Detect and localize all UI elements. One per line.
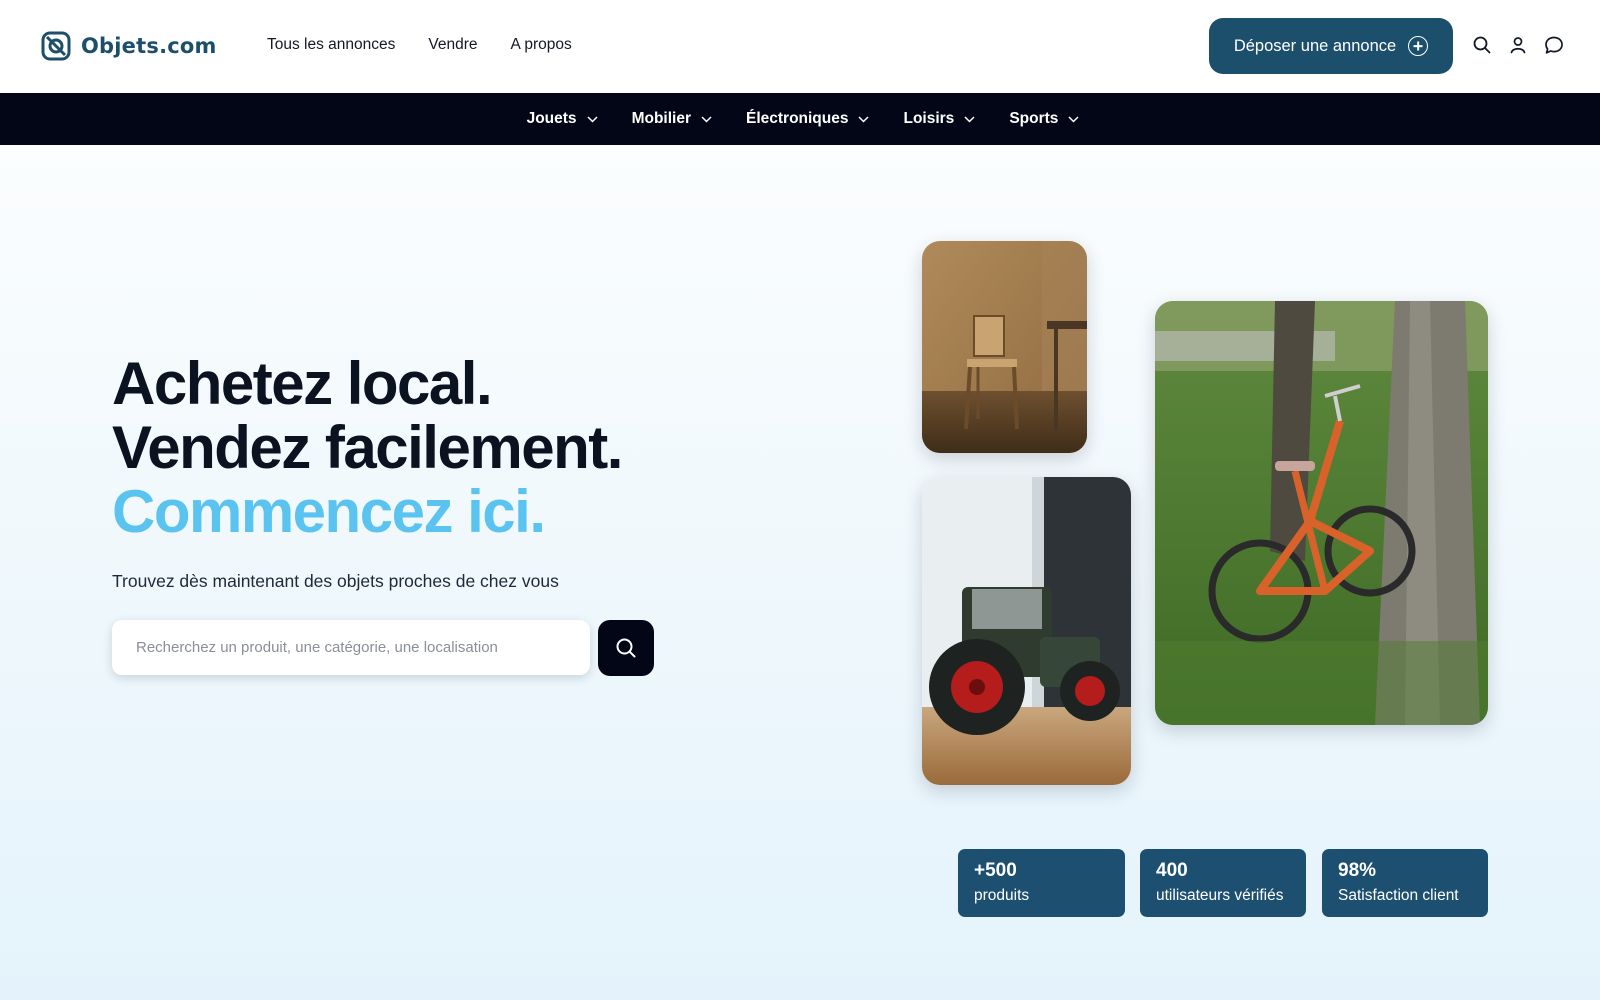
logo-icon: [41, 31, 71, 61]
wooden-chair-photo: [922, 241, 1087, 453]
brand-logo[interactable]: Objets.com: [41, 30, 217, 62]
nav-link-about[interactable]: A propos: [511, 36, 572, 54]
toy-tractor-photo: [922, 477, 1131, 785]
stat-satisfaction: 98% Satisfaction client: [1322, 849, 1488, 917]
hero-headline: Achetez local. Vendez facilement. Commen…: [112, 350, 623, 545]
stat-verified-users: 400 utilisateurs vérifiés: [1140, 849, 1306, 917]
category-label: Mobilier: [631, 110, 691, 127]
chevron-down-icon: [858, 115, 870, 123]
main-nav: Tous les annonces Vendre A propos: [267, 36, 572, 54]
search-submit-button[interactable]: [598, 620, 654, 676]
plus-circle-icon: [1408, 36, 1429, 56]
search-icon: [616, 638, 636, 658]
stat-label: Satisfaction client: [1338, 887, 1459, 904]
post-listing-button[interactable]: Déposer une annonce: [1209, 18, 1453, 74]
hero-line-sell: Vendez facilement.: [112, 414, 623, 481]
header-icon-group: [1472, 35, 1564, 55]
category-electroniques[interactable]: Électroniques: [746, 110, 870, 128]
stat-products: +500 produits: [958, 849, 1125, 917]
stat-label: produits: [974, 887, 1030, 904]
category-mobilier[interactable]: Mobilier: [632, 110, 712, 128]
category-label: Jouets: [526, 110, 577, 127]
category-label: Sports: [1009, 110, 1059, 127]
search-box: [112, 620, 590, 675]
category-sports[interactable]: Sports: [1009, 110, 1079, 128]
chevron-down-icon: [587, 115, 598, 123]
stat-value: 400: [1156, 860, 1188, 881]
category-jouets[interactable]: Jouets: [527, 110, 598, 128]
category-bar: Jouets Mobilier Électroniques Loisirs Sp…: [0, 93, 1600, 145]
orange-bicycle-photo: [1155, 301, 1488, 725]
category-loisirs[interactable]: Loisirs: [903, 110, 975, 128]
category-label: Électroniques: [745, 110, 849, 127]
chevron-down-icon: [964, 115, 975, 123]
stat-value: 98%: [1338, 860, 1377, 881]
hero-line-buy: Achetez local.: [112, 350, 493, 417]
chevron-down-icon: [1068, 115, 1079, 123]
brand-name: Objets.com: [81, 34, 217, 58]
nav-link-sell[interactable]: Vendre: [428, 36, 477, 54]
chevron-down-icon: [701, 115, 712, 123]
chat-bubble-icon[interactable]: [1544, 35, 1564, 55]
stat-label: utilisateurs vérifiés: [1156, 887, 1284, 904]
top-header: Objets.com Tous les annonces Vendre A pr…: [0, 0, 1600, 93]
hero-subtitle: Trouvez dès maintenant des objets proche…: [112, 571, 559, 591]
stat-value: +500: [974, 860, 1017, 881]
search-icon[interactable]: [1472, 35, 1492, 55]
hero-line-start: Commencez ici.: [112, 478, 546, 545]
post-listing-label: Déposer une annonce: [1233, 36, 1397, 55]
category-label: Loisirs: [903, 110, 955, 127]
user-icon[interactable]: [1508, 35, 1528, 55]
nav-link-all-listings[interactable]: Tous les annonces: [267, 36, 395, 54]
search-input[interactable]: [112, 620, 590, 675]
